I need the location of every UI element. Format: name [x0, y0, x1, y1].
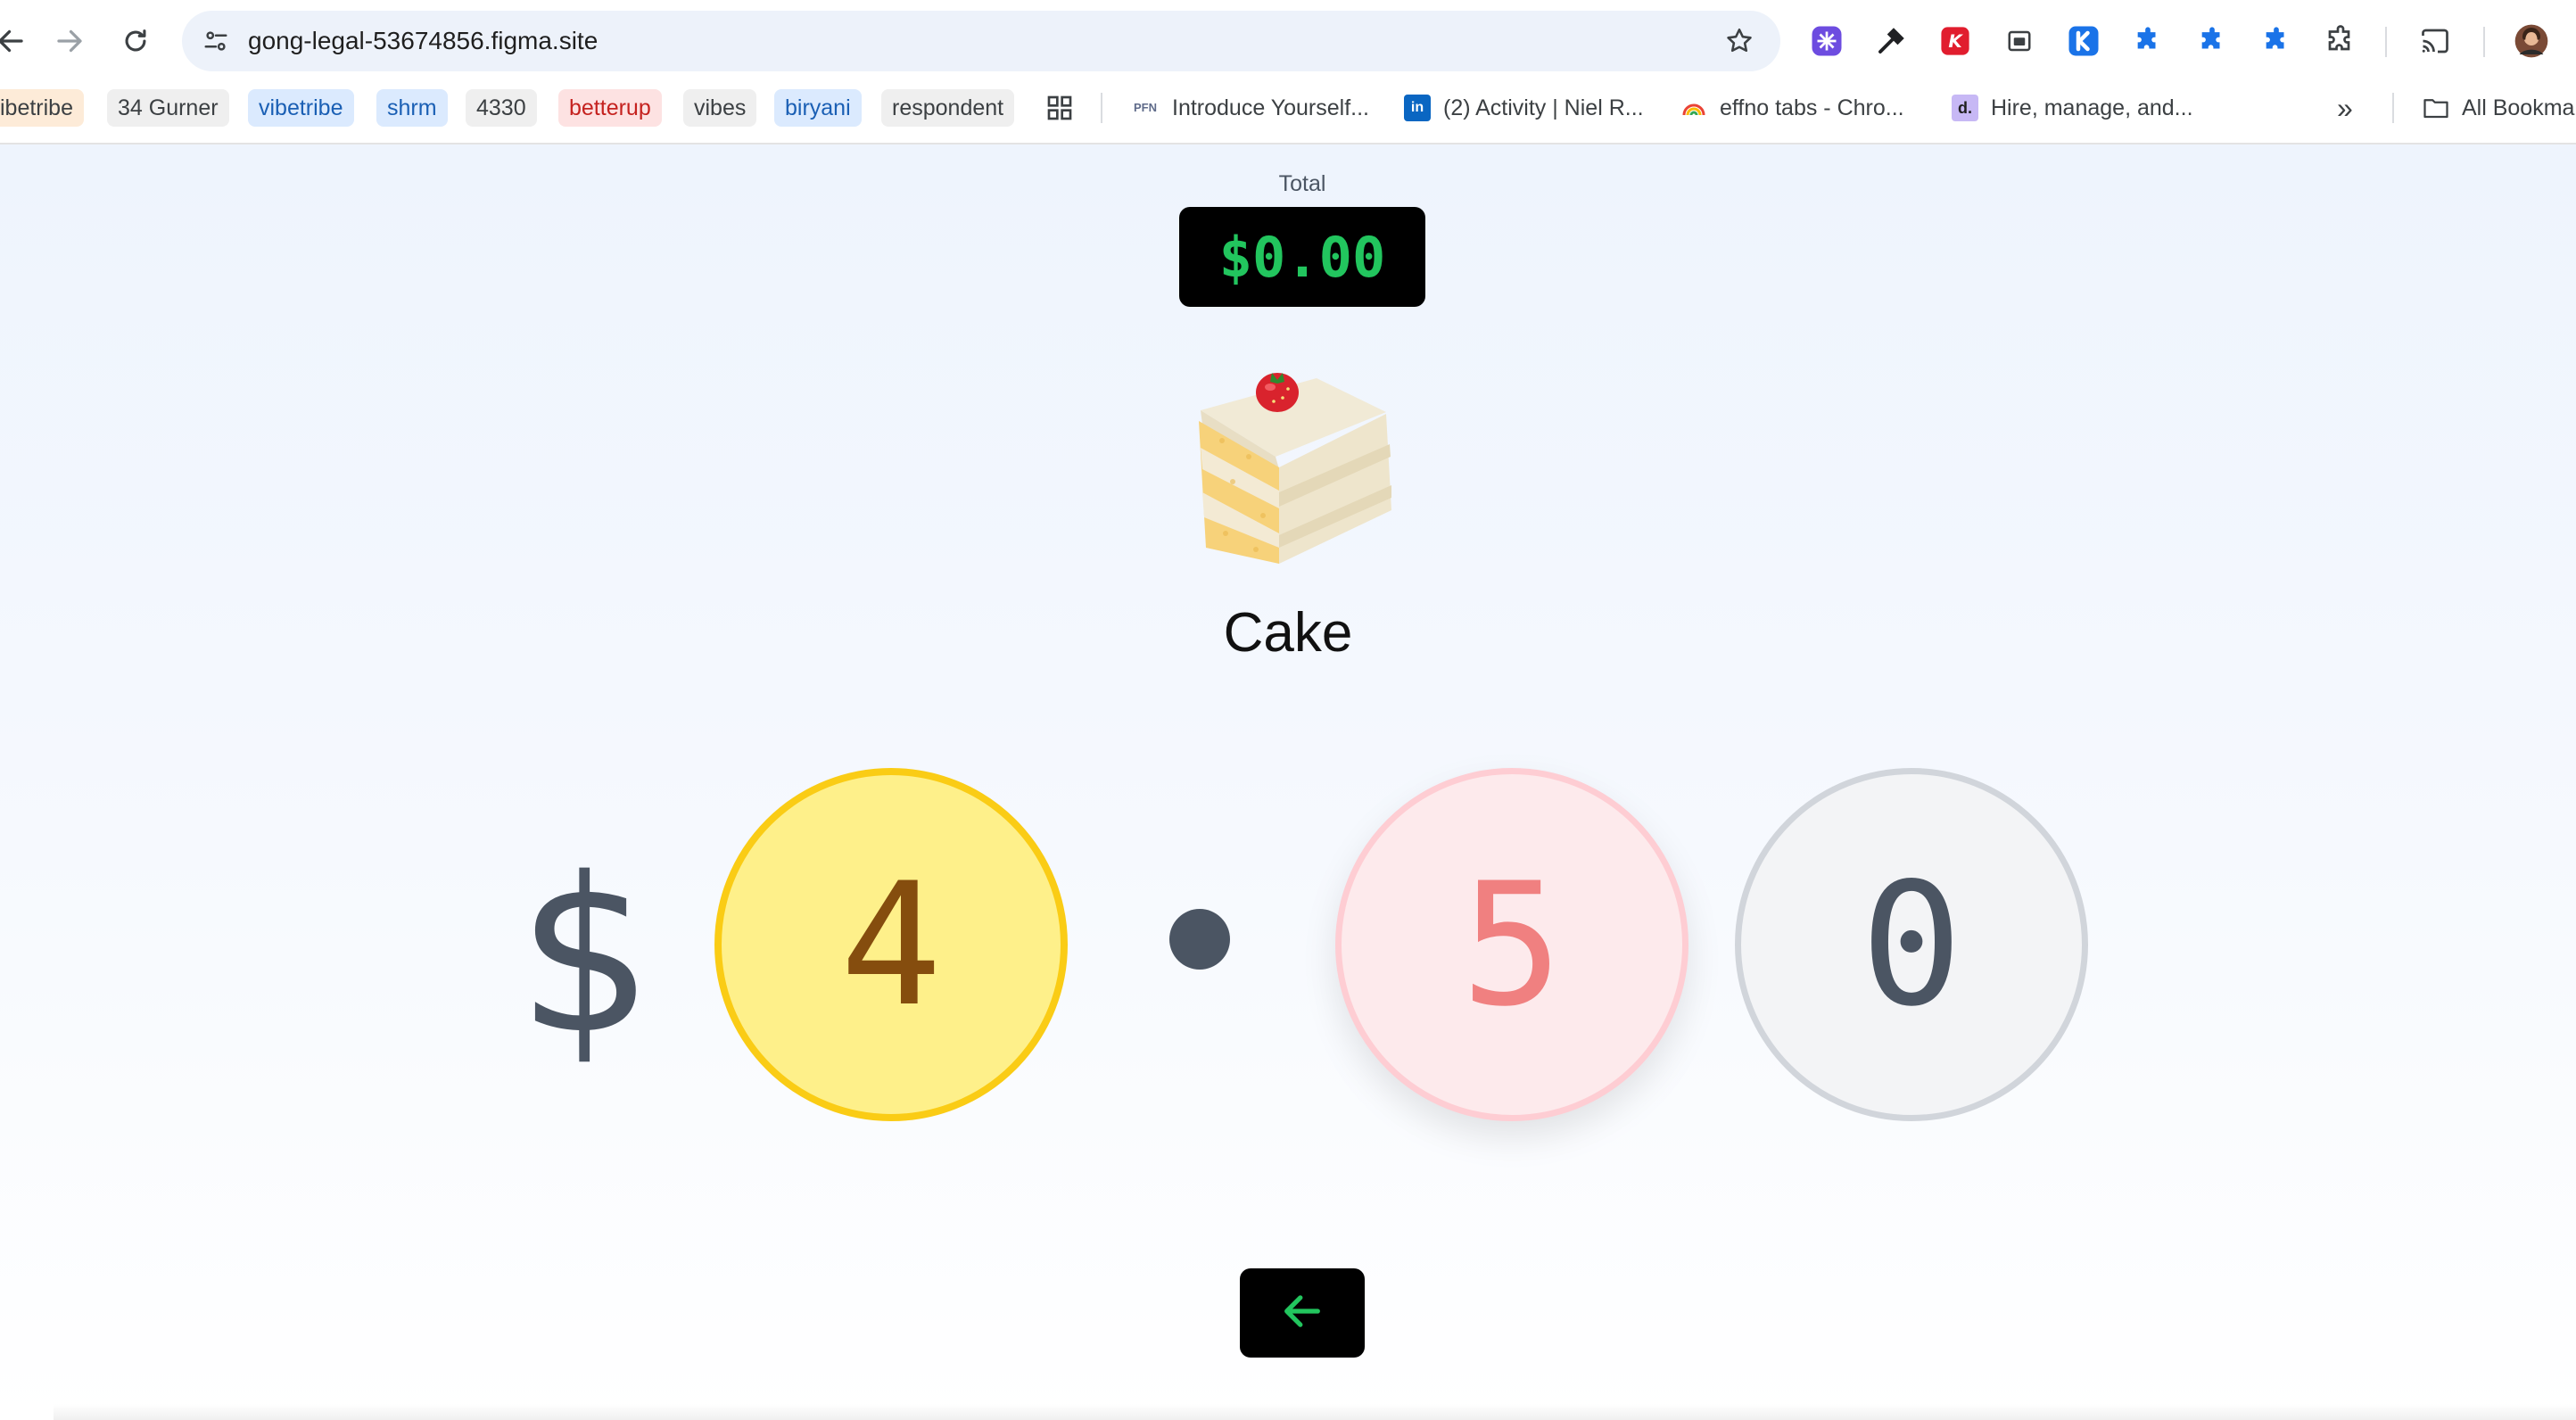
total-display: $0.00: [1179, 207, 1425, 307]
toolbar-divider: [2483, 27, 2485, 57]
bookmark-link[interactable]: effno tabs - Chro...: [1680, 89, 1904, 127]
perplexity-icon[interactable]: [1807, 21, 1846, 61]
cake-icon: [1186, 359, 1400, 573]
svg-text:K: K: [1948, 31, 1963, 52]
digit-dimes[interactable]: 5: [1335, 768, 1688, 1121]
digit-cents[interactable]: 0: [1735, 768, 2088, 1121]
item-name: Cake: [1223, 602, 1353, 664]
linkedin-icon: in: [1404, 95, 1431, 121]
bookmark-link[interactable]: in (2) Activity | Niel R...: [1404, 89, 1644, 127]
pfn-icon: PFN: [1134, 101, 1157, 114]
bookmark-chip[interactable]: betterup: [558, 89, 662, 127]
bookmark-chip[interactable]: vibetribe: [248, 89, 354, 127]
cast-icon[interactable]: [2415, 21, 2455, 61]
folder-icon: [2423, 95, 2449, 121]
k-blue-extension-icon[interactable]: [2064, 21, 2103, 61]
back-arrow-icon[interactable]: [0, 20, 32, 62]
puzzle-icon[interactable]: [2192, 21, 2232, 61]
back-button[interactable]: [1240, 1268, 1365, 1358]
url-text[interactable]: gong-legal-53674856.figma.site: [248, 11, 598, 71]
bookmarks-divider: [1101, 93, 1102, 123]
bookmark-label: Introduce Yourself...: [1172, 95, 1369, 120]
toolbar-divider: [2385, 27, 2387, 57]
extensions-menu-icon[interactable]: [2321, 21, 2360, 61]
profile-avatar[interactable]: [2512, 21, 2551, 61]
bookmark-link[interactable]: PFN Introduce Yourself...: [1131, 89, 1369, 127]
bookmark-chip[interactable]: vibes: [683, 89, 757, 127]
browser-toolbar: gong-legal-53674856.figma.site K: [0, 0, 2576, 82]
bookmark-chip[interactable]: biryani: [774, 89, 862, 127]
arrow-left-icon: [1279, 1288, 1325, 1339]
total-value: $0.00: [1218, 224, 1386, 290]
bookmark-chip[interactable]: 34 Gurner: [107, 89, 229, 127]
tab-capture-icon[interactable]: [2000, 21, 2039, 61]
tab-groups-icon[interactable]: [1045, 89, 1074, 127]
digit-value: 0: [1860, 846, 1963, 1044]
rainbow-icon: [1680, 95, 1707, 121]
site-info-icon[interactable]: [198, 23, 234, 59]
bookmark-label: effno tabs - Chro...: [1720, 95, 1904, 120]
bookmark-chip[interactable]: shrm: [376, 89, 448, 127]
bookmark-label: (2) Activity | Niel R...: [1443, 95, 1644, 120]
total-label: Total: [1278, 171, 1326, 196]
more-bookmarks-icon[interactable]: »: [2337, 89, 2353, 127]
digit-dollars[interactable]: 4: [714, 768, 1068, 1121]
footer-shadow: [54, 1404, 2576, 1420]
bookmark-star-icon[interactable]: [1720, 21, 1759, 61]
k-extension-icon[interactable]: K: [1936, 21, 1975, 61]
bookmark-chip[interactable]: ibetribe: [0, 89, 84, 127]
digit-value: 5: [1460, 846, 1564, 1044]
digit-value: 4: [839, 846, 943, 1044]
currency-symbol: $: [517, 831, 654, 1081]
puzzle-icon[interactable]: [2257, 21, 2296, 61]
bookmarks-divider: [2392, 93, 2394, 123]
reload-icon[interactable]: [114, 20, 157, 62]
bookmark-link[interactable]: d. Hire, manage, and...: [1952, 89, 2193, 127]
deel-icon: d.: [1952, 95, 1978, 121]
address-bar[interactable]: gong-legal-53674856.figma.site: [182, 11, 1780, 71]
app-page: Total $0.00 Cake $ 4 5 0: [0, 144, 2576, 1420]
bookmarks-bar: ibetribe 34 Gurner vibetribe shrm 4330 b…: [0, 82, 2576, 144]
decimal-point: [1169, 909, 1230, 970]
bookmark-label: Hire, manage, and...: [1991, 95, 2193, 120]
bookmark-chip[interactable]: 4330: [466, 89, 537, 127]
bookmark-label: All Bookmarks: [2462, 95, 2576, 120]
eyedropper-icon[interactable]: [1871, 21, 1911, 61]
all-bookmarks-folder[interactable]: All Bookmarks: [2423, 89, 2576, 127]
bookmark-chip[interactable]: respondent: [881, 89, 1015, 127]
forward-arrow-icon[interactable]: [48, 20, 91, 62]
puzzle-icon[interactable]: [2128, 21, 2167, 61]
